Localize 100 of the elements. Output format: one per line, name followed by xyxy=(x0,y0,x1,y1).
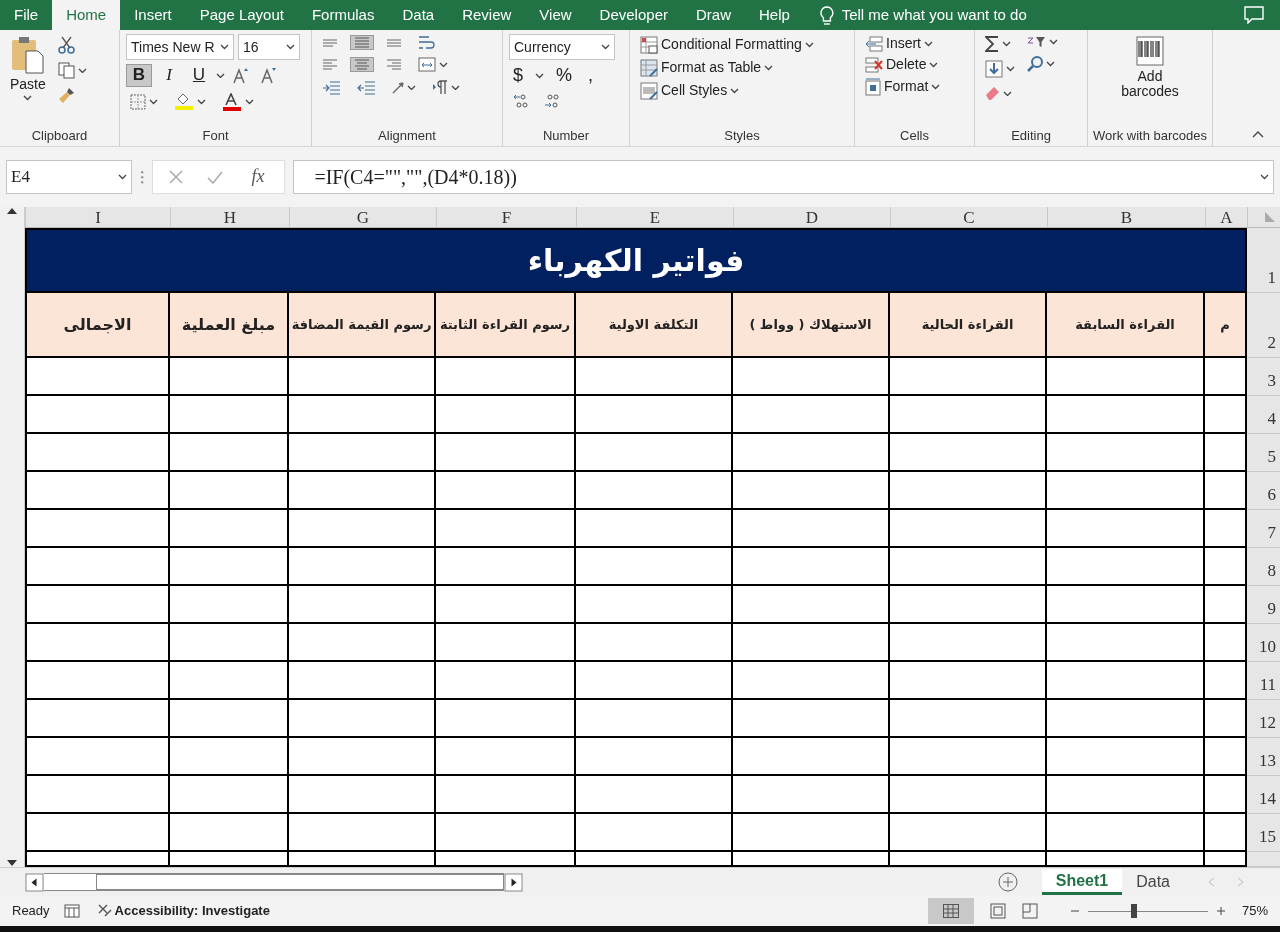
grid-cell[interactable] xyxy=(1047,586,1205,624)
column-header[interactable]: D xyxy=(733,207,890,228)
grid-cell[interactable] xyxy=(733,548,890,586)
grid-cell[interactable] xyxy=(25,776,170,814)
grid-cell[interactable] xyxy=(25,510,170,548)
grid-cell[interactable] xyxy=(289,510,436,548)
grid-cell[interactable] xyxy=(733,776,890,814)
grid-cell[interactable] xyxy=(436,624,576,662)
caret-icon[interactable] xyxy=(118,174,127,180)
grid-cell[interactable] xyxy=(25,586,170,624)
grid-cell[interactable] xyxy=(25,700,170,738)
ribbon-tab[interactable]: Formulas xyxy=(297,0,389,30)
caret-icon[interactable] xyxy=(149,99,158,105)
column-header[interactable]: H xyxy=(170,207,289,228)
grid-cell[interactable] xyxy=(890,662,1047,700)
bold-button[interactable]: B xyxy=(126,64,152,87)
row-header[interactable]: 9 xyxy=(1247,586,1280,624)
grid-cell[interactable] xyxy=(890,396,1047,434)
scroll-right-icon[interactable] xyxy=(504,872,523,892)
grid-cell[interactable] xyxy=(436,472,576,510)
grid-cell[interactable] xyxy=(1047,472,1205,510)
grid-cell[interactable] xyxy=(436,434,576,472)
zoom-level[interactable]: 75% xyxy=(1241,901,1268,921)
tell-me-search[interactable]: Tell me what you want to do xyxy=(841,3,1027,27)
ribbon-tab[interactable]: Data xyxy=(388,0,449,30)
grid-cell[interactable] xyxy=(170,586,289,624)
caret-icon[interactable] xyxy=(929,62,939,68)
grid-cell[interactable] xyxy=(576,700,733,738)
caret-icon[interactable] xyxy=(1046,61,1055,67)
insert-cells-button[interactable]: Insert xyxy=(861,34,968,54)
grid-cell[interactable] xyxy=(733,624,890,662)
currency-button[interactable]: $ xyxy=(509,64,527,88)
caret-icon[interactable] xyxy=(245,99,254,105)
underline-button[interactable]: U xyxy=(186,64,212,87)
grid-cell[interactable] xyxy=(1047,510,1205,548)
grid-cell[interactable] xyxy=(289,548,436,586)
grid-cell[interactable] xyxy=(576,586,733,624)
grid-cell[interactable] xyxy=(890,510,1047,548)
page-break-icon[interactable] xyxy=(1021,903,1038,919)
ribbon-tab[interactable]: Insert xyxy=(120,0,186,30)
grid-cell[interactable] xyxy=(1047,396,1205,434)
grid-cell[interactable] xyxy=(733,662,890,700)
row-header[interactable]: 10 xyxy=(1247,624,1280,662)
grid-cell[interactable] xyxy=(289,396,436,434)
caret-icon[interactable] xyxy=(439,61,448,68)
grid-cell[interactable] xyxy=(1047,358,1205,396)
caret-icon[interactable] xyxy=(407,84,416,91)
ribbon-tab[interactable]: Page Layout xyxy=(185,0,298,30)
collapse-ribbon-icon[interactable] xyxy=(1252,131,1264,138)
caret-icon[interactable] xyxy=(1006,66,1015,72)
grid-cell[interactable] xyxy=(890,548,1047,586)
grid-cell[interactable] xyxy=(25,434,170,472)
grid-cell[interactable] xyxy=(25,396,170,434)
italic-button[interactable]: I xyxy=(156,64,182,87)
column-header[interactable]: E xyxy=(576,207,733,228)
caret-icon[interactable] xyxy=(216,72,225,79)
grid-cell[interactable] xyxy=(170,624,289,662)
grid-cell[interactable] xyxy=(436,814,576,852)
caret-icon[interactable] xyxy=(1049,39,1058,45)
zoom-in-icon[interactable] xyxy=(1215,906,1226,916)
grid-cell[interactable] xyxy=(436,586,576,624)
grid-cell[interactable] xyxy=(733,814,890,852)
grid-cell[interactable] xyxy=(733,358,890,396)
enter-check-icon[interactable] xyxy=(207,170,224,184)
grid-cell[interactable] xyxy=(576,510,733,548)
conditional-formatting-button[interactable]: Conditional Formatting xyxy=(636,34,848,56)
caret-icon[interactable] xyxy=(197,99,206,105)
grid-cell[interactable] xyxy=(170,814,289,852)
grid-cell[interactable] xyxy=(289,738,436,776)
grid-cell[interactable] xyxy=(170,510,289,548)
grid-cell[interactable] xyxy=(890,358,1047,396)
grid-cell[interactable] xyxy=(1047,548,1205,586)
grid-cell[interactable] xyxy=(890,814,1047,852)
grid-cell[interactable] xyxy=(576,434,733,472)
grid-cell[interactable] xyxy=(170,358,289,396)
grid-cell[interactable] xyxy=(25,472,170,510)
row-header[interactable]: 14 xyxy=(1247,776,1280,814)
grid-cell[interactable] xyxy=(170,472,289,510)
caret-icon[interactable] xyxy=(451,84,460,91)
grid-cell[interactable] xyxy=(436,700,576,738)
column-header[interactable]: C xyxy=(890,207,1047,228)
grid-cell[interactable] xyxy=(733,700,890,738)
grid-cell[interactable] xyxy=(436,738,576,776)
grid-cell[interactable] xyxy=(733,434,890,472)
caret-icon[interactable] xyxy=(764,65,774,71)
grid-cell[interactable] xyxy=(25,548,170,586)
grid-cell[interactable] xyxy=(1047,434,1205,472)
grid-cell[interactable] xyxy=(289,434,436,472)
grid-cell[interactable] xyxy=(576,814,733,852)
grid-cell[interactable] xyxy=(170,396,289,434)
grid-cell[interactable] xyxy=(289,700,436,738)
accessibility-button[interactable]: Accessibility: Investigate xyxy=(93,901,274,921)
zoom-slider-thumb[interactable] xyxy=(1131,904,1138,918)
row-header[interactable]: 8 xyxy=(1247,548,1280,586)
grid-cell[interactable] xyxy=(170,776,289,814)
caret-icon[interactable] xyxy=(286,44,295,50)
grid-cell[interactable] xyxy=(890,776,1047,814)
sheet-tab[interactable]: Sheet1 xyxy=(1041,869,1123,895)
grid-cell[interactable] xyxy=(576,472,733,510)
grid-cell[interactable] xyxy=(289,624,436,662)
